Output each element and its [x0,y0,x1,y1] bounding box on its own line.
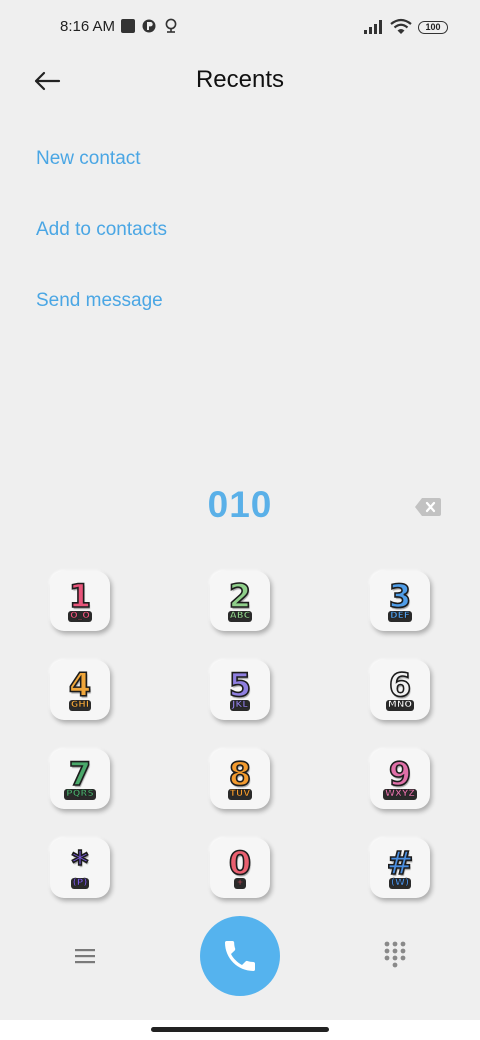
key-digit: 7 [68,755,92,793]
signal-icon [364,20,382,34]
key-9[interactable]: 9 WXYZ [370,749,430,809]
key-2[interactable]: 2 ABC [210,571,270,631]
key-letters: (P) [70,878,90,889]
key-digit: 2 [228,577,252,615]
key-letters: + [234,878,246,889]
page-title: Recents [195,66,285,93]
key-digit: 8 [228,755,252,793]
key-4[interactable]: 4 GHI [50,660,110,720]
key-digit: 6 [388,666,412,704]
dialed-number: 010 [207,484,273,525]
key-hash[interactable]: # (W) [370,838,430,898]
notification-square-icon [121,19,135,33]
app-icon [142,19,156,33]
key-letters: GHI [68,700,92,711]
phone-icon [225,941,255,971]
battery-level: 100 [425,22,441,32]
key-letters: PQRS [64,789,96,800]
battery-icon: 100 [418,21,448,34]
key-letters: DEF [388,611,412,622]
key-letters: WXYZ [383,789,417,800]
call-button[interactable] [200,916,280,996]
key-letters: O_O [68,611,92,622]
wifi-icon [390,18,412,34]
status-time: 8:16 AM [60,18,116,35]
key-letters: MNO [385,700,415,711]
key-digit: 5 [228,666,252,704]
key-letters: JKL [229,700,251,711]
location-pin-icon [165,18,177,33]
new-contact-link[interactable]: New contact [36,148,141,170]
key-6[interactable]: 6 MNO [370,660,430,720]
key-digit: 4 [68,666,92,704]
key-8[interactable]: 8 TUV [210,749,270,809]
status-bar: 8:16 AM 100 [0,0,480,56]
key-digit: # [386,844,414,882]
dialpad-grid-icon[interactable] [382,940,408,970]
key-star[interactable]: * (P) [50,838,110,898]
key-digit: 3 [388,577,412,615]
key-1[interactable]: 1 O_O [50,571,110,631]
key-digit: 9 [388,755,412,793]
dialer-screen: 8:16 AM 100 Recents New contact Add to c… [0,0,480,1040]
key-digit: 0 [228,844,252,882]
key-letters: ABC [227,611,253,622]
add-to-contacts-link[interactable]: Add to contacts [36,219,167,241]
hamburger-menu-icon[interactable] [72,943,98,969]
send-message-link[interactable]: Send message [36,290,163,312]
key-7[interactable]: 7 PQRS [50,749,110,809]
key-0[interactable]: 0 + [210,838,270,898]
key-letters: (W) [388,878,412,889]
key-digit: * [71,844,89,882]
home-indicator[interactable] [151,1027,329,1032]
key-digit: 1 [68,577,92,615]
backspace-icon[interactable] [414,497,442,517]
key-3[interactable]: 3 DEF [370,571,430,631]
key-letters: TUV [227,789,253,800]
key-5[interactable]: 5 JKL [210,660,270,720]
